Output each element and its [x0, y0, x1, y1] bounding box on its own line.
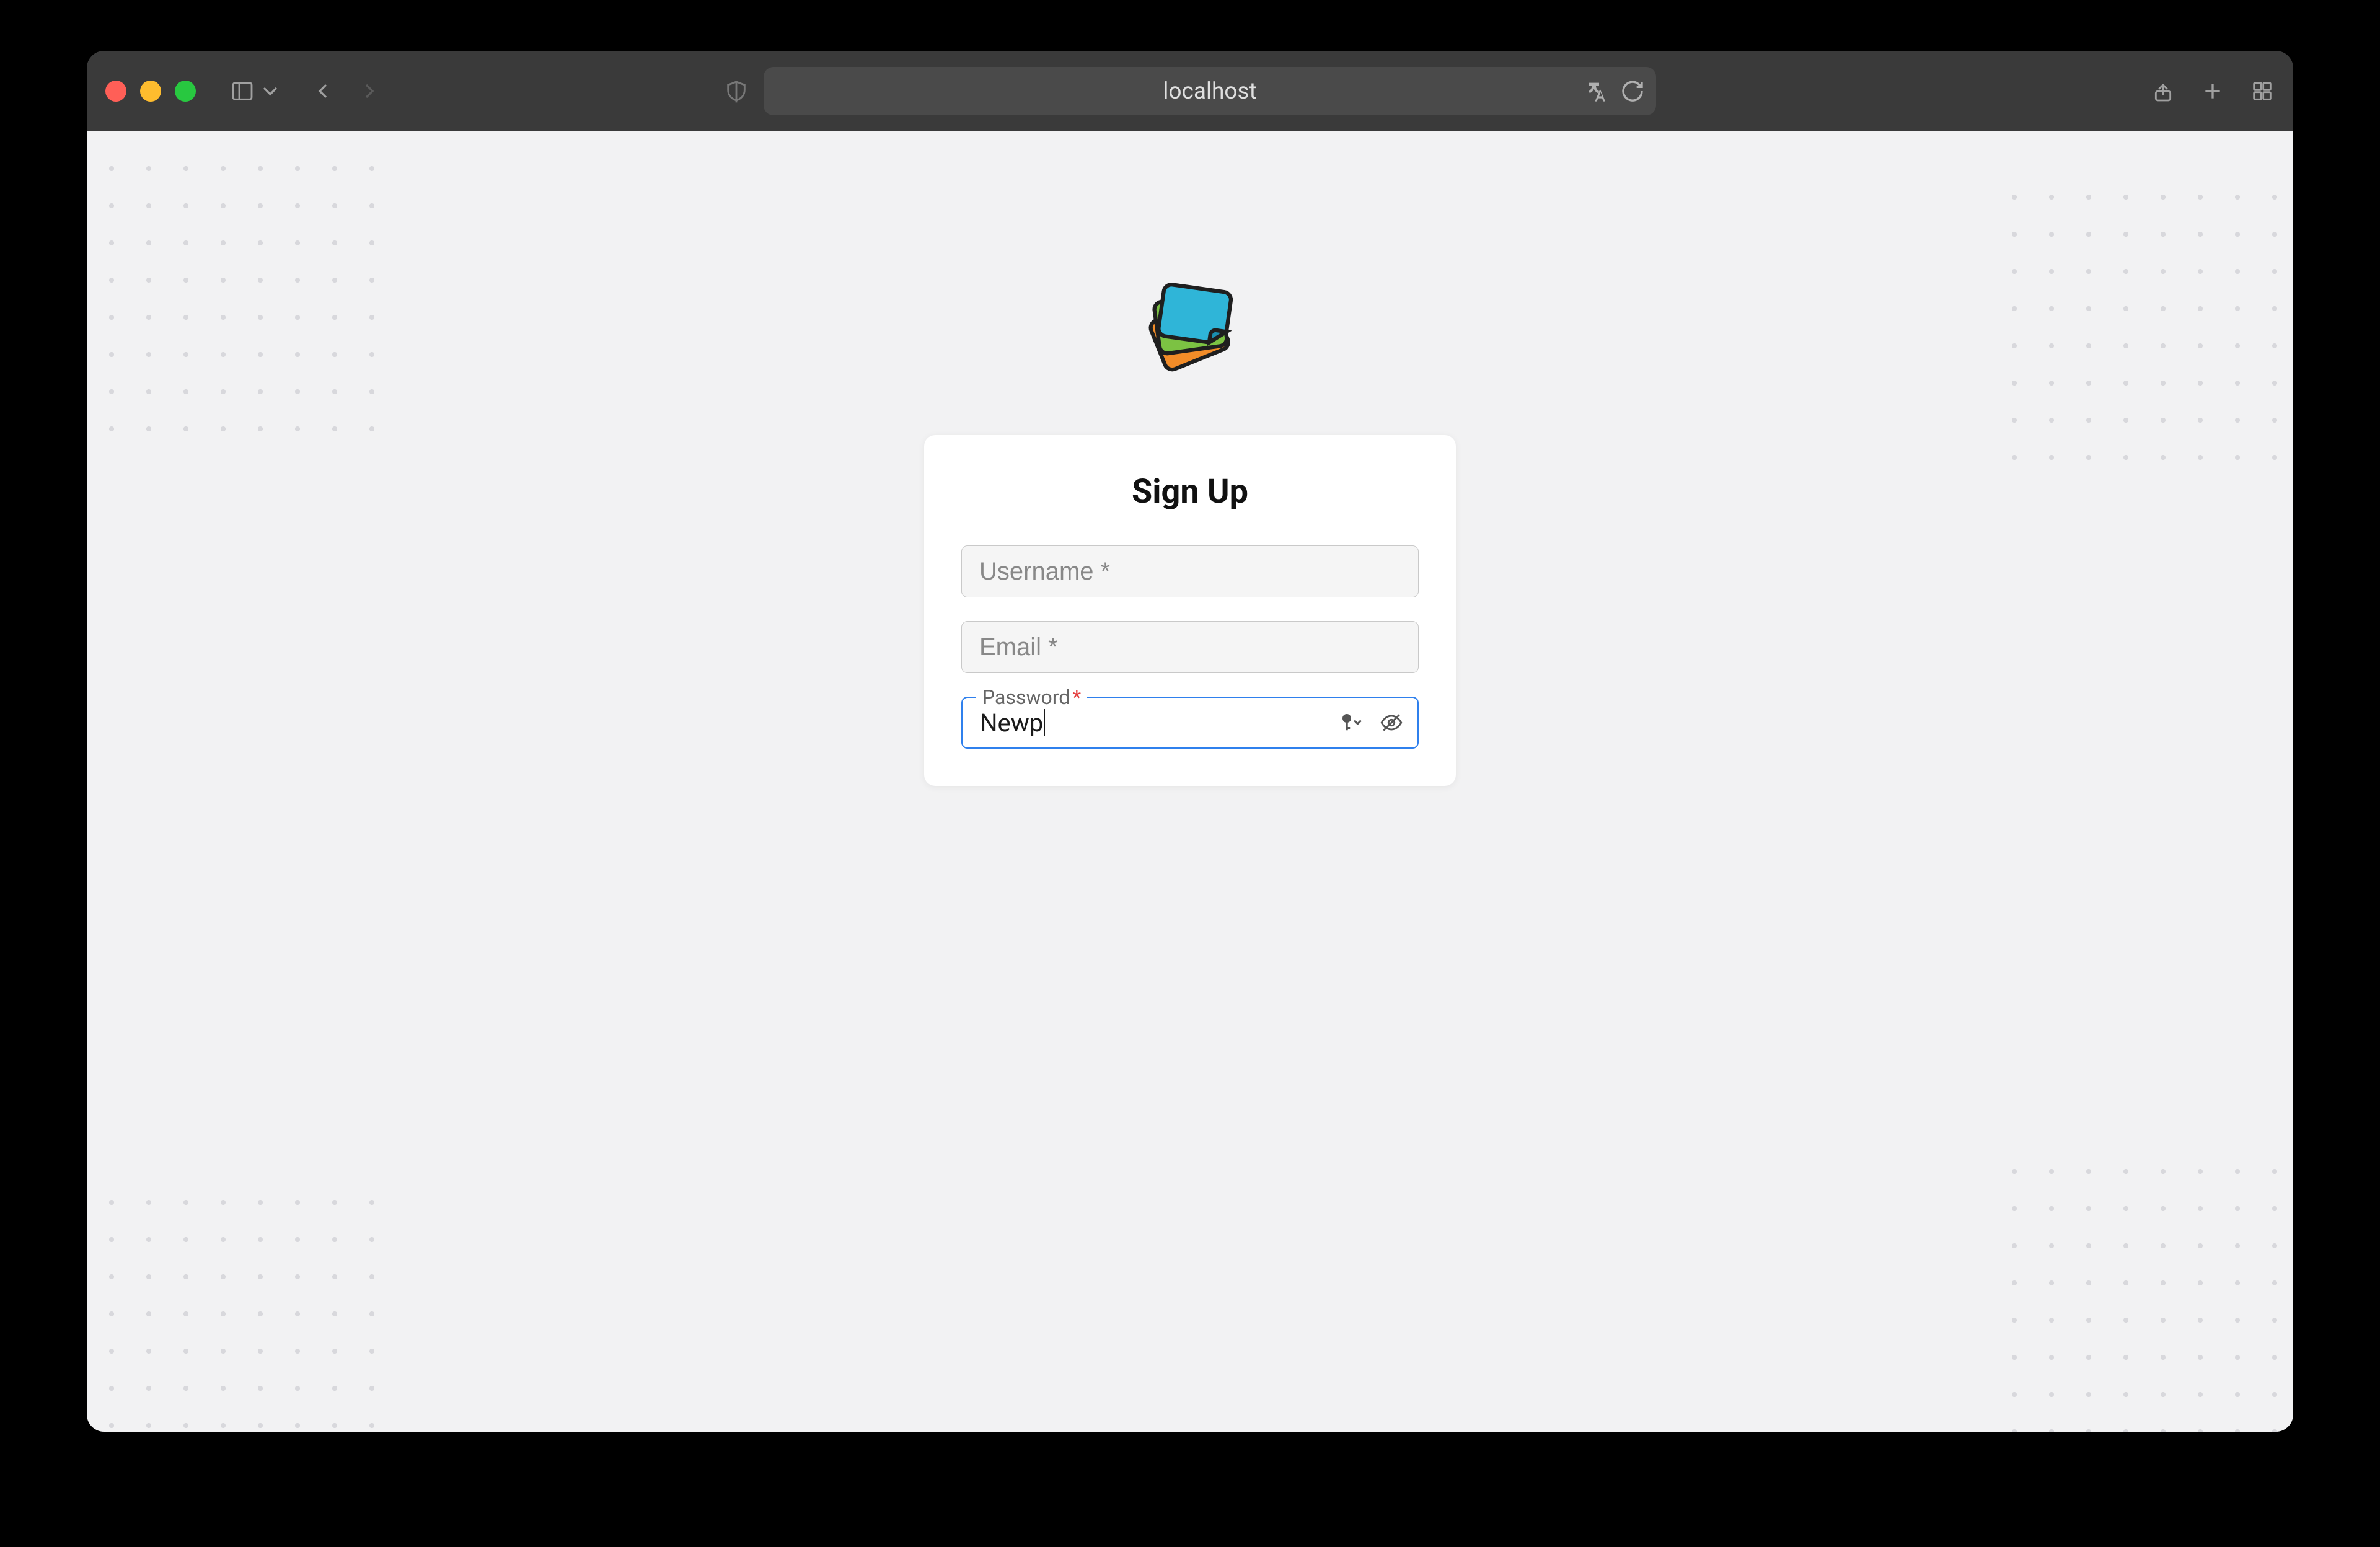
- password-label: Password*: [976, 685, 1087, 709]
- password-rules-card: Includes at least 12 characters Includes …: [924, 769, 1456, 1101]
- decorative-dots: [93, 150, 390, 447]
- text-cursor: [1044, 709, 1045, 736]
- titlebar-right-controls: [2151, 79, 2275, 104]
- rule-label: Includes uppercase letter: [997, 961, 1275, 990]
- check-icon: [961, 965, 984, 987]
- rule-label: Includes special symbol: [997, 1002, 1261, 1031]
- keychain-icon[interactable]: [1338, 712, 1364, 734]
- tab-overview-icon[interactable]: [2250, 79, 2275, 104]
- password-value: Newp: [980, 708, 1043, 738]
- username-input[interactable]: [961, 545, 1419, 597]
- nav-forward-button: [357, 79, 382, 104]
- new-tab-icon[interactable]: [2200, 79, 2225, 104]
- x-icon: [961, 884, 984, 907]
- titlebar: localhost: [87, 51, 2293, 131]
- email-input[interactable]: [961, 621, 1419, 673]
- nav-back-button[interactable]: [311, 79, 335, 104]
- username-field-wrapper: [961, 545, 1419, 597]
- visibility-toggle-icon[interactable]: [1378, 711, 1405, 734]
- strength-meter: [961, 809, 1419, 817]
- close-window-button[interactable]: [105, 81, 126, 102]
- rule-item: Includes uppercase letter: [961, 961, 1419, 990]
- translate-icon[interactable]: [1587, 79, 1611, 104]
- rules-list: Includes at least 12 characters Includes …: [961, 840, 1419, 1071]
- address-bar[interactable]: localhost: [764, 67, 1656, 115]
- app-logo: [1119, 262, 1261, 392]
- password-field-wrapper: Password* Newp: [961, 697, 1419, 749]
- decorative-dots: [93, 1184, 390, 1432]
- rule-label: Includes lowercase letter: [997, 921, 1272, 950]
- decorative-dots: [1996, 178, 2293, 476]
- traffic-lights: [105, 81, 196, 102]
- rule-label: Includes number: [997, 881, 1181, 910]
- decorative-dots: [1996, 1153, 2293, 1432]
- minimize-window-button[interactable]: [140, 81, 161, 102]
- card-title: Sign Up: [961, 472, 1419, 511]
- reload-icon[interactable]: [1620, 79, 1645, 104]
- x-icon: [961, 844, 984, 866]
- rule-item: Includes number: [961, 881, 1419, 910]
- x-icon: [961, 1005, 984, 1028]
- address-text: localhost: [1163, 78, 1256, 105]
- check-icon: [961, 1046, 984, 1068]
- email-field-wrapper: [961, 621, 1419, 673]
- strength-meter-fill: [961, 809, 1190, 817]
- browser-window: localhost: [87, 51, 2293, 1432]
- rule-item: Includes special symbol: [961, 1002, 1419, 1031]
- rule-label: Includes at least 12 characters: [997, 840, 1335, 870]
- privacy-shield-icon[interactable]: [724, 79, 749, 104]
- rule-item: Includes lowercase letter: [961, 921, 1419, 950]
- sidebar-toggle-icon[interactable]: [230, 79, 255, 104]
- page-content: Sign Up Password* Newp: [87, 131, 2293, 1432]
- maximize-window-button[interactable]: [175, 81, 196, 102]
- check-icon: [961, 925, 984, 947]
- rule-item: Includes at least 12 characters: [961, 840, 1419, 870]
- chevron-down-icon[interactable]: [258, 79, 283, 104]
- rule-item: No whitespaces: [961, 1042, 1419, 1071]
- signup-card: Sign Up Password* Newp: [924, 435, 1456, 786]
- rule-label: No whitespaces: [997, 1042, 1174, 1071]
- titlebar-left-controls: [230, 79, 382, 104]
- share-icon[interactable]: [2151, 79, 2175, 104]
